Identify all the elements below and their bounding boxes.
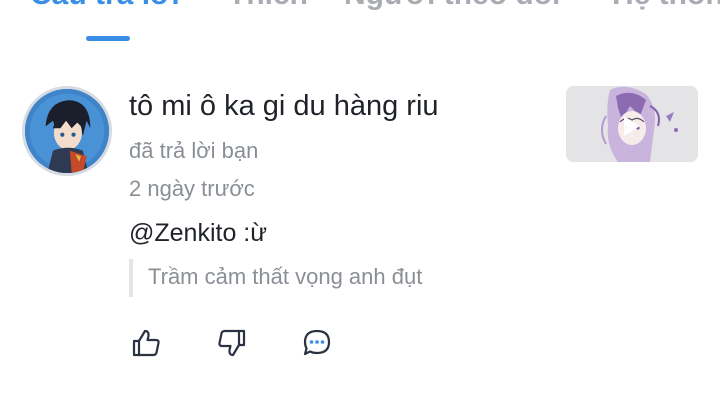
reply-text: @Zenkito :ừ <box>129 219 267 247</box>
comment-icon <box>303 329 331 356</box>
quoted-comment[interactable]: Trầm cảm thất vọng anh đụt <box>129 259 422 297</box>
post-thumbnail[interactable] <box>566 86 698 162</box>
action-bar <box>0 326 720 362</box>
thumbnail-image <box>566 86 698 162</box>
action-text: đã trả lời bạn <box>129 138 259 163</box>
dislike-button[interactable] <box>215 326 249 360</box>
like-button[interactable] <box>129 326 163 360</box>
comment-button[interactable] <box>300 326 334 360</box>
tab-bar: Câu trả lời Thích Người theo dõi Hệ thốn… <box>0 0 720 60</box>
tab-followers[interactable]: Người theo dõi <box>344 0 560 12</box>
timestamp: 2 ngày trước <box>129 176 255 201</box>
tab-system[interactable]: Hệ thống <box>612 0 720 12</box>
tab-answers[interactable]: Câu trả lời <box>30 0 180 12</box>
user-name[interactable]: tô mi ô ka gi du hàng riu <box>129 90 439 123</box>
tab-likes[interactable]: Thích <box>228 0 308 12</box>
active-tab-indicator <box>86 36 130 41</box>
avatar-image <box>25 89 109 173</box>
avatar[interactable] <box>22 86 112 176</box>
thumbs-down-icon <box>218 329 246 357</box>
thumbs-up-icon <box>132 329 160 357</box>
